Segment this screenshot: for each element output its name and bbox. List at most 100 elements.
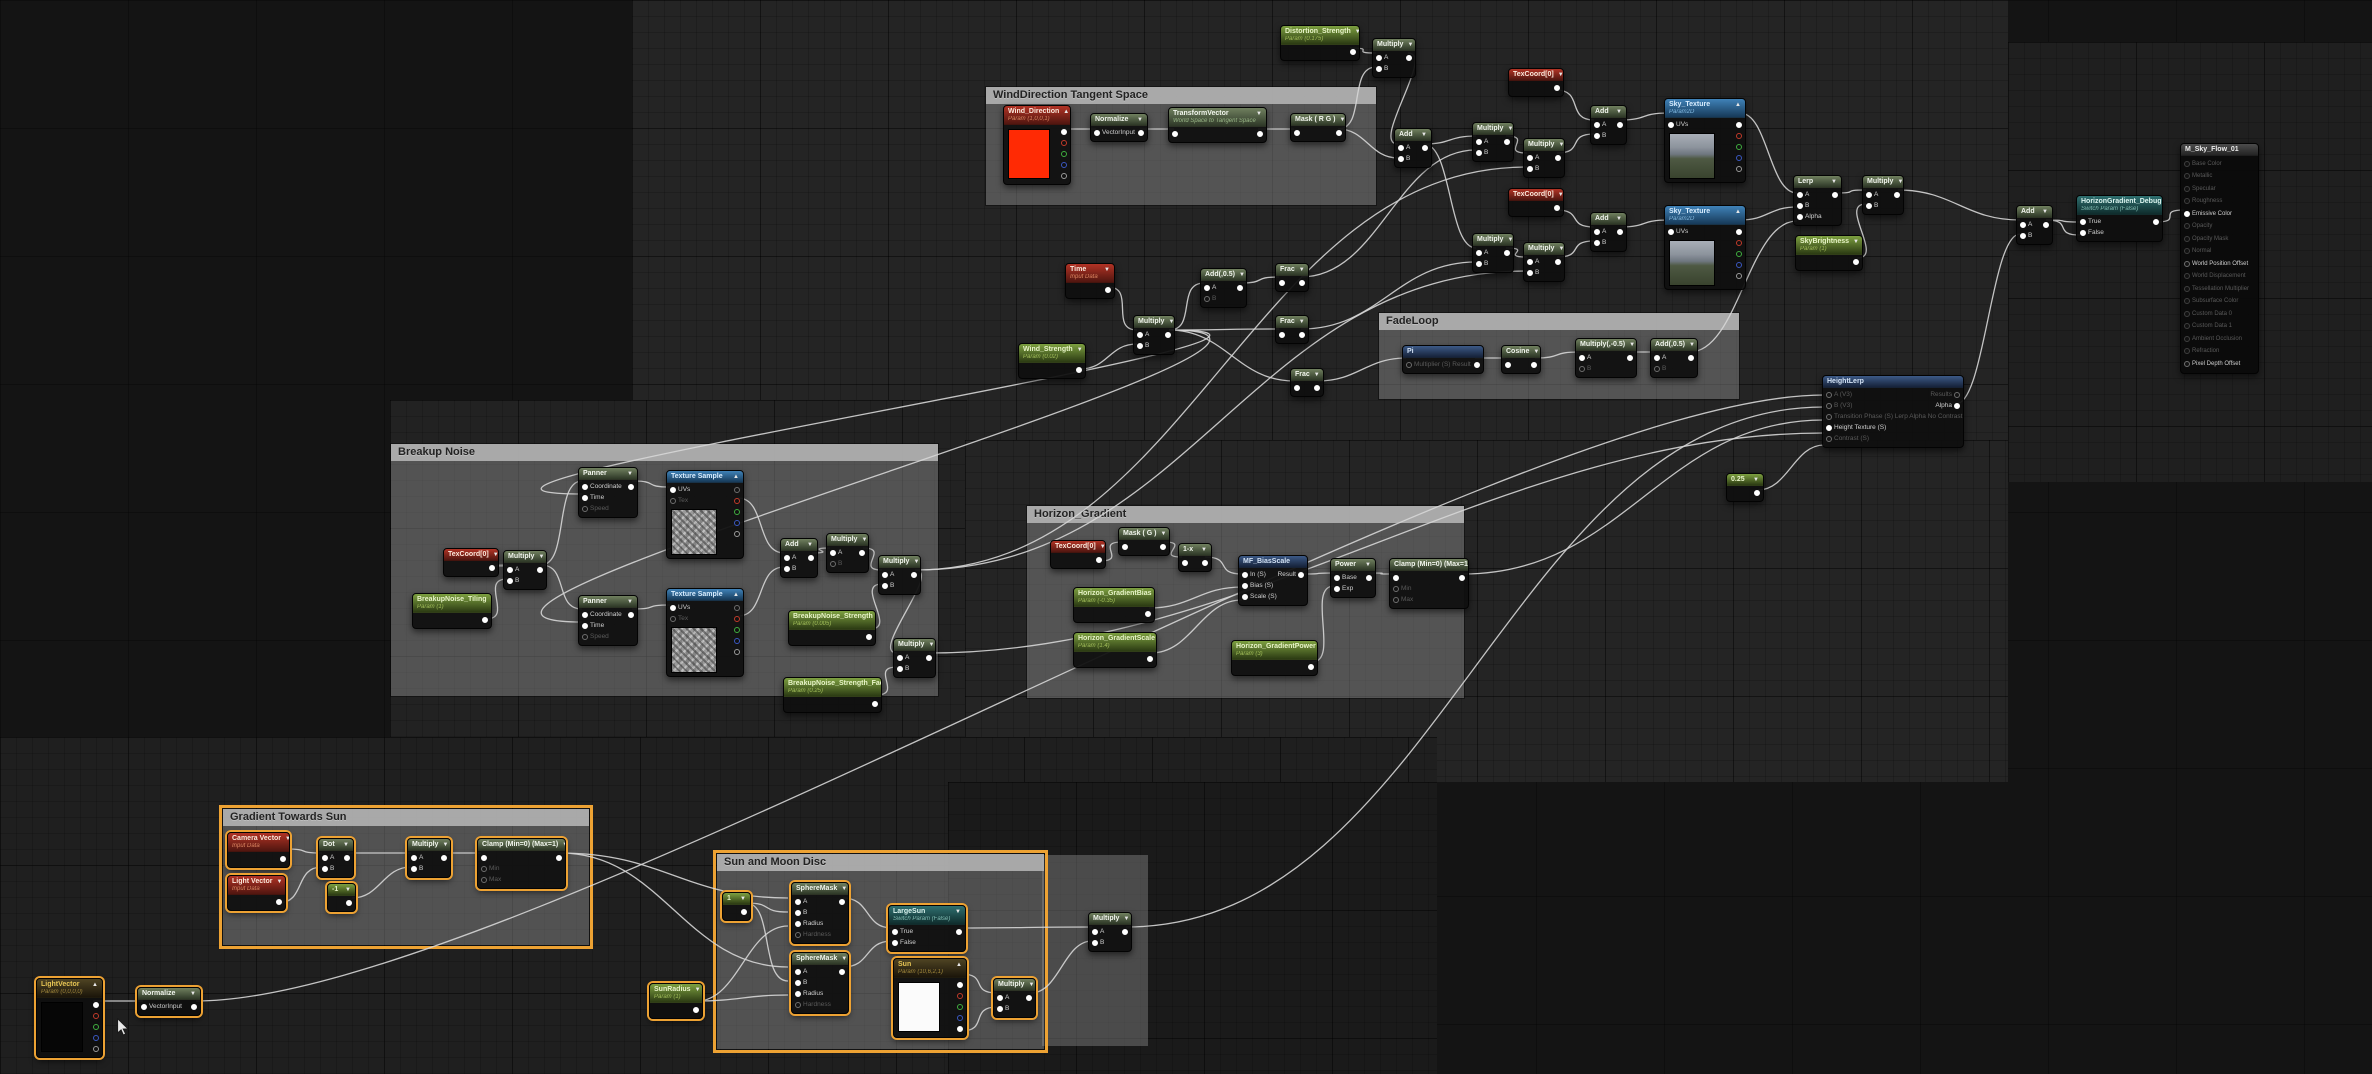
collapse-arrow-icon[interactable]: ▼ (1685, 341, 1695, 349)
pin[interactable] (956, 929, 962, 935)
pin[interactable] (1242, 583, 1248, 589)
node-breakupnoise-tiling[interactable]: BreakupNoise_Tiling▼Param (1) (412, 593, 492, 629)
node-clamp-min-0-max-1[interactable]: Clamp (Min=0) (Max=1)▼MinMax (1389, 558, 1469, 609)
collapse-arrow-icon[interactable]: ▼ (1133, 116, 1143, 124)
pin[interactable] (1398, 156, 1404, 162)
node-mf-biasscale[interactable]: MF_BiasScaleIn (S)Bias (S)Scale (S)Resul… (1238, 555, 1308, 606)
pin[interactable] (784, 555, 790, 561)
pin[interactable] (556, 855, 562, 861)
collapse-arrow-icon[interactable]: ▼ (1252, 110, 1262, 118)
pin[interactable] (1555, 155, 1561, 161)
pin[interactable] (957, 1015, 963, 1021)
collapse-arrow-icon[interactable]: ▼ (909, 558, 919, 566)
node-mask-g[interactable]: Mask ( G )▼ (1118, 527, 1170, 556)
pin[interactable] (734, 509, 740, 515)
pin[interactable] (1294, 130, 1300, 136)
node-multiply[interactable]: Multiply▼AB (1088, 912, 1132, 952)
pin[interactable] (1826, 392, 1832, 398)
pin[interactable] (1826, 414, 1832, 420)
pin[interactable] (1688, 355, 1694, 361)
node-texture-sample[interactable]: Texture Sample▲UVsTex (666, 470, 744, 559)
pin[interactable] (693, 1007, 699, 1013)
pin[interactable] (808, 555, 814, 561)
pin[interactable] (1866, 192, 1872, 198)
pin[interactable] (1554, 205, 1560, 211)
pin[interactable] (1594, 133, 1600, 139)
pin[interactable] (1122, 544, 1128, 550)
node-clamp-min-0-max-1[interactable]: Clamp (Min=0) (Max=1)▼MinMax (477, 838, 566, 889)
collapse-arrow-icon[interactable]: ▼ (951, 908, 961, 916)
pin[interactable] (2043, 222, 2049, 228)
node-multiply[interactable]: Multiply▼AB (1472, 233, 1514, 273)
collapse-arrow-icon[interactable]: ▼ (1155, 635, 1157, 643)
pin[interactable] (1736, 166, 1742, 172)
pin[interactable] (1165, 332, 1171, 338)
pin[interactable] (1736, 133, 1742, 139)
node-multiply[interactable]: Multiply▼AB (993, 978, 1036, 1018)
pin[interactable] (1736, 251, 1742, 257)
pin[interactable] (1376, 55, 1382, 61)
pin[interactable] (1527, 259, 1533, 265)
pin[interactable] (892, 929, 898, 935)
pin[interactable] (897, 666, 903, 672)
node-multiply[interactable]: Multiply▼AB (893, 638, 936, 678)
pin[interactable] (1334, 586, 1340, 592)
node-wind-direction[interactable]: Wind_Direction▲Param (1,0,0,1) (1003, 105, 1071, 185)
pin[interactable] (795, 899, 801, 905)
pin[interactable] (93, 1024, 99, 1030)
pin[interactable] (93, 1013, 99, 1019)
collapse-arrow-icon[interactable]: ▼ (623, 598, 633, 606)
pin[interactable] (1204, 285, 1210, 291)
node-time[interactable]: Time▼Input Data (1065, 263, 1115, 299)
collapse-arrow-icon[interactable]: ▼ (341, 886, 351, 894)
pin[interactable] (2184, 361, 2190, 367)
node-heightlerp[interactable]: HeightLerpA (V3)B (V3)Transition Phase (… (1822, 375, 1964, 448)
pin[interactable] (1298, 572, 1304, 578)
pin[interactable] (2184, 286, 2190, 292)
pin[interactable] (481, 866, 487, 872)
node-horizon-gradientscale[interactable]: Horizon_GradientScale▼Param (1.4) (1073, 632, 1157, 668)
pin[interactable] (734, 487, 740, 493)
pin[interactable] (1299, 332, 1305, 338)
pin[interactable] (795, 921, 801, 927)
pin[interactable] (1797, 203, 1803, 209)
pin[interactable] (957, 1004, 963, 1010)
node-multiply-0-5[interactable]: Multiply(,-0.5)▼AB (1575, 338, 1637, 378)
pin[interactable] (2184, 248, 2190, 254)
pin[interactable] (1627, 355, 1633, 361)
pin[interactable] (1797, 214, 1803, 220)
pin[interactable] (1736, 144, 1742, 150)
collapse-arrow-icon[interactable]: ▼ (1164, 318, 1174, 326)
pin[interactable] (537, 567, 543, 573)
pin[interactable] (1531, 362, 1537, 368)
pin[interactable] (2020, 222, 2026, 228)
collapse-arrow-icon[interactable]: ▼ (837, 955, 847, 963)
pin[interactable] (2184, 348, 2190, 354)
pin[interactable] (1736, 155, 1742, 161)
pin[interactable] (1826, 403, 1832, 409)
collapse-arrow-icon[interactable]: ▼ (1503, 125, 1513, 133)
pin[interactable] (1393, 597, 1399, 603)
pin[interactable] (582, 484, 588, 490)
pin[interactable] (795, 969, 801, 975)
pin[interactable] (784, 566, 790, 572)
pin[interactable] (1527, 166, 1533, 172)
collapse-arrow-icon[interactable]: ▼ (1351, 28, 1360, 36)
node-largesun[interactable]: LargeSun▼Switch Param (False)TrueFalse (888, 905, 966, 952)
pin[interactable] (1736, 273, 1742, 279)
collapse-arrow-icon[interactable]: ▼ (1827, 178, 1837, 186)
collapse-arrow-icon[interactable]: ▼ (1096, 543, 1106, 551)
collapse-arrow-icon[interactable]: ▼ (487, 596, 492, 604)
pin[interactable] (2184, 323, 2190, 329)
pin[interactable] (734, 649, 740, 655)
node-lightvector[interactable]: LightVector▲Param (0,0,0,0) (36, 978, 103, 1058)
pin[interactable] (141, 1004, 147, 1010)
collapse-arrow-icon[interactable]: ▼ (1529, 348, 1539, 356)
node-multiply[interactable]: Multiply▼AB (1133, 315, 1175, 355)
node-add[interactable]: Add▼AB (1394, 128, 1432, 168)
pin[interactable] (1476, 150, 1482, 156)
pin[interactable] (2184, 236, 2190, 242)
collapse-arrow-icon[interactable]: ▼ (2038, 208, 2048, 216)
node-transformvector[interactable]: TransformVector▼World Space to Tangent S… (1168, 107, 1267, 143)
pin[interactable] (830, 550, 836, 556)
